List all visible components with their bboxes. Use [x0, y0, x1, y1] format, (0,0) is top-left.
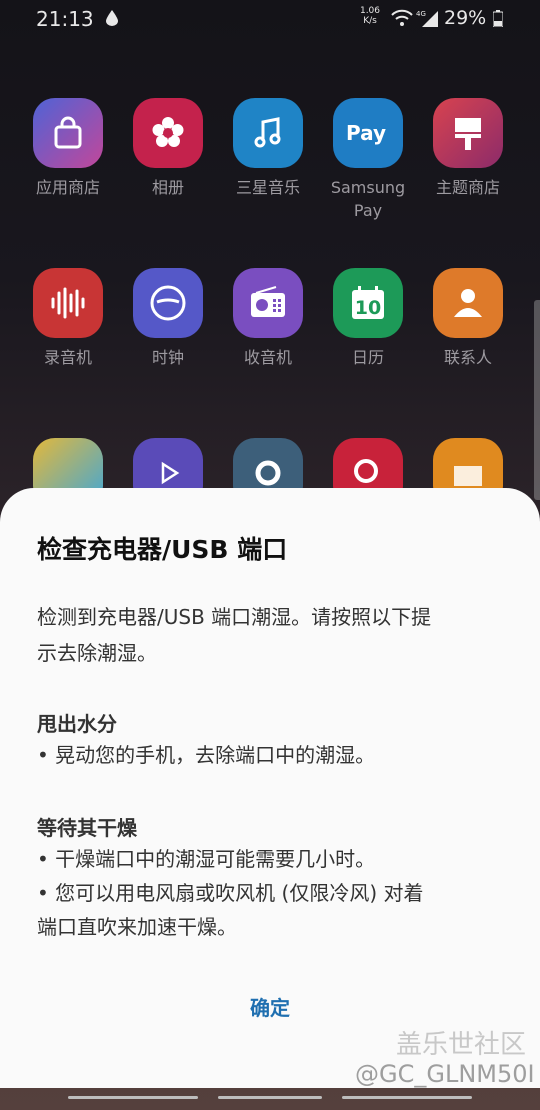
app-calendar[interactable]: 10 日历 [318, 268, 418, 369]
status-time: 21:13 [36, 7, 94, 31]
app-label: 日历 [351, 348, 384, 367]
speed-value: 1.06 [359, 6, 381, 16]
battery-icon [493, 10, 503, 27]
section-dry-item1: • 干燥端口中的潮湿可能需要几小时。 [37, 847, 376, 871]
wifi-icon [391, 9, 413, 26]
nav-bar-home[interactable] [218, 1096, 322, 1099]
section-dry-item2-line1: • 您可以用电风扇或吹风机 (仅限冷风) 对着 [37, 881, 424, 905]
clock-icon [133, 268, 203, 338]
network-type: 4G [416, 10, 426, 18]
calendar-date: 10 [355, 297, 381, 319]
section-dry-item2-line2: 端口直吹来加速干燥。 [37, 915, 237, 939]
radio-icon [233, 268, 303, 338]
cell-signal-icon: 4G [416, 10, 438, 27]
app-gallery[interactable]: 相册 [118, 98, 218, 199]
contact-icon [433, 268, 503, 338]
water-drop-icon [106, 10, 118, 26]
app-contacts[interactable]: 联系人 [418, 268, 518, 369]
store-bag-icon [33, 98, 103, 168]
music-note-icon [233, 98, 303, 168]
watermark-site: 盖乐世社区 [396, 1030, 527, 1060]
app-label: 收音机 [243, 348, 292, 367]
nav-bar-right[interactable] [342, 1096, 472, 1099]
app-label: 应用商店 [35, 178, 100, 197]
status-bar: 21:13 1.06 K/s 4G 29% [0, 0, 540, 38]
app-store[interactable]: 应用商店 [18, 98, 118, 199]
app-label: 三星音乐 [235, 178, 300, 197]
app-themes[interactable]: 主题商店 [418, 98, 518, 199]
edge-panel-handle[interactable] [534, 300, 540, 500]
waveform-icon [33, 268, 103, 338]
app-recorder[interactable]: 录音机 [18, 268, 118, 369]
app-label: Samsung Pay [330, 178, 406, 220]
section-shake-item: • 晃动您的手机，去除端口中的潮湿。 [37, 743, 376, 767]
app-label: 联系人 [443, 348, 492, 367]
watermark-user: @GC_GLNM50I [355, 1060, 535, 1088]
paintbrush-icon [433, 98, 503, 168]
flower-icon [133, 98, 203, 168]
speed-unit: K/s [363, 16, 377, 26]
app-music[interactable]: 三星音乐 [218, 98, 318, 199]
dialog-intro-line2: 示去除潮湿。 [37, 641, 157, 665]
pay-icon: Pay [333, 98, 403, 168]
app-radio[interactable]: 收音机 [218, 268, 318, 369]
app-samsung-pay[interactable]: Pay Samsung Pay [318, 98, 418, 222]
calendar-icon: 10 [333, 268, 403, 338]
battery-percent: 29% [444, 7, 487, 29]
dialog-intro-line1: 检测到充电器/USB 端口潮湿。请按照以下提 [37, 605, 432, 629]
nav-bar-left[interactable] [68, 1096, 198, 1099]
app-clock[interactable]: 时钟 [118, 268, 218, 369]
app-label: 时钟 [151, 348, 184, 367]
app-label: 主题商店 [435, 178, 500, 197]
app-label: 相册 [151, 178, 184, 197]
dialog-title: 检查充电器/USB 端口 [37, 535, 288, 564]
network-speed: 1.06 K/s [358, 6, 382, 26]
section-dry-title: 等待其干燥 [37, 816, 137, 840]
ok-button[interactable]: 确定 [230, 992, 310, 1021]
app-label: 录音机 [43, 348, 92, 367]
svg-text:Pay: Pay [346, 121, 386, 145]
section-shake-title: 甩出水分 [37, 712, 117, 736]
